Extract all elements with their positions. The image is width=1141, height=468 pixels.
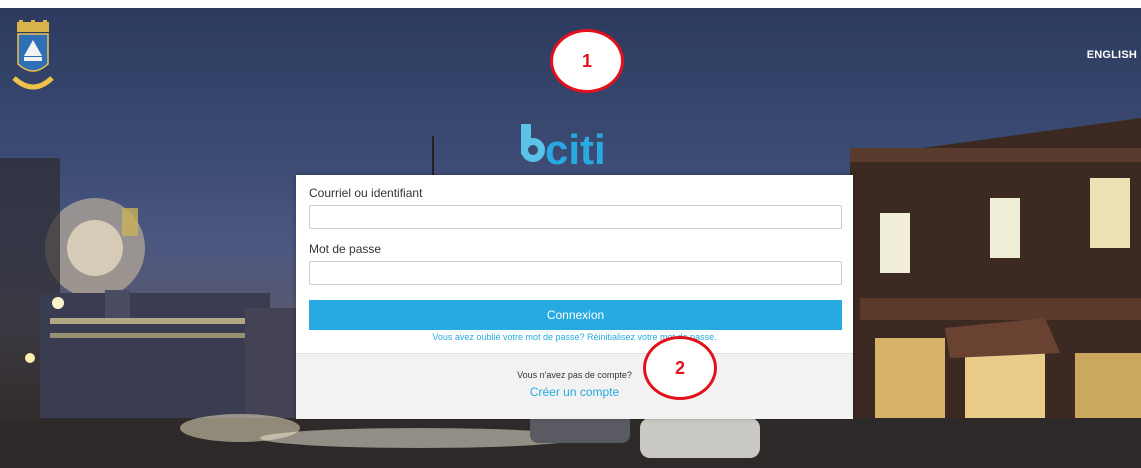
- signup-section: Vous n'avez pas de compte? Créer un comp…: [296, 353, 853, 419]
- login-card: Courriel ou identifiant Mot de passe Con…: [296, 175, 853, 419]
- background-street-photo: ENGLISH 1 citi Courriel ou identifiant M…: [0, 8, 1141, 468]
- annotation-marker-2: 2: [643, 336, 717, 400]
- language-switch-link[interactable]: ENGLISH: [1087, 49, 1137, 61]
- svg-text:citi: citi: [545, 126, 606, 170]
- bciti-logo: citi: [521, 124, 606, 170]
- saint-lambert-crest-logo[interactable]: [12, 20, 54, 100]
- annotation-marker-1: 1: [550, 29, 624, 93]
- login-button[interactable]: Connexion: [309, 300, 842, 330]
- password-field[interactable]: [309, 261, 842, 285]
- no-account-text: Vous n'avez pas de compte?: [517, 370, 632, 380]
- forgot-password-line: Vous avez oublié votre mot de passe? Réi…: [296, 332, 853, 342]
- create-account-link[interactable]: Créer un compte: [296, 385, 853, 399]
- email-label: Courriel ou identifiant: [309, 186, 423, 200]
- page: ENGLISH 1 citi Courriel ou identifiant M…: [0, 0, 1141, 468]
- forgot-password-prefix: Vous avez oublié votre mot de passe?: [432, 332, 588, 342]
- password-label: Mot de passe: [309, 242, 382, 256]
- email-field[interactable]: [309, 205, 842, 229]
